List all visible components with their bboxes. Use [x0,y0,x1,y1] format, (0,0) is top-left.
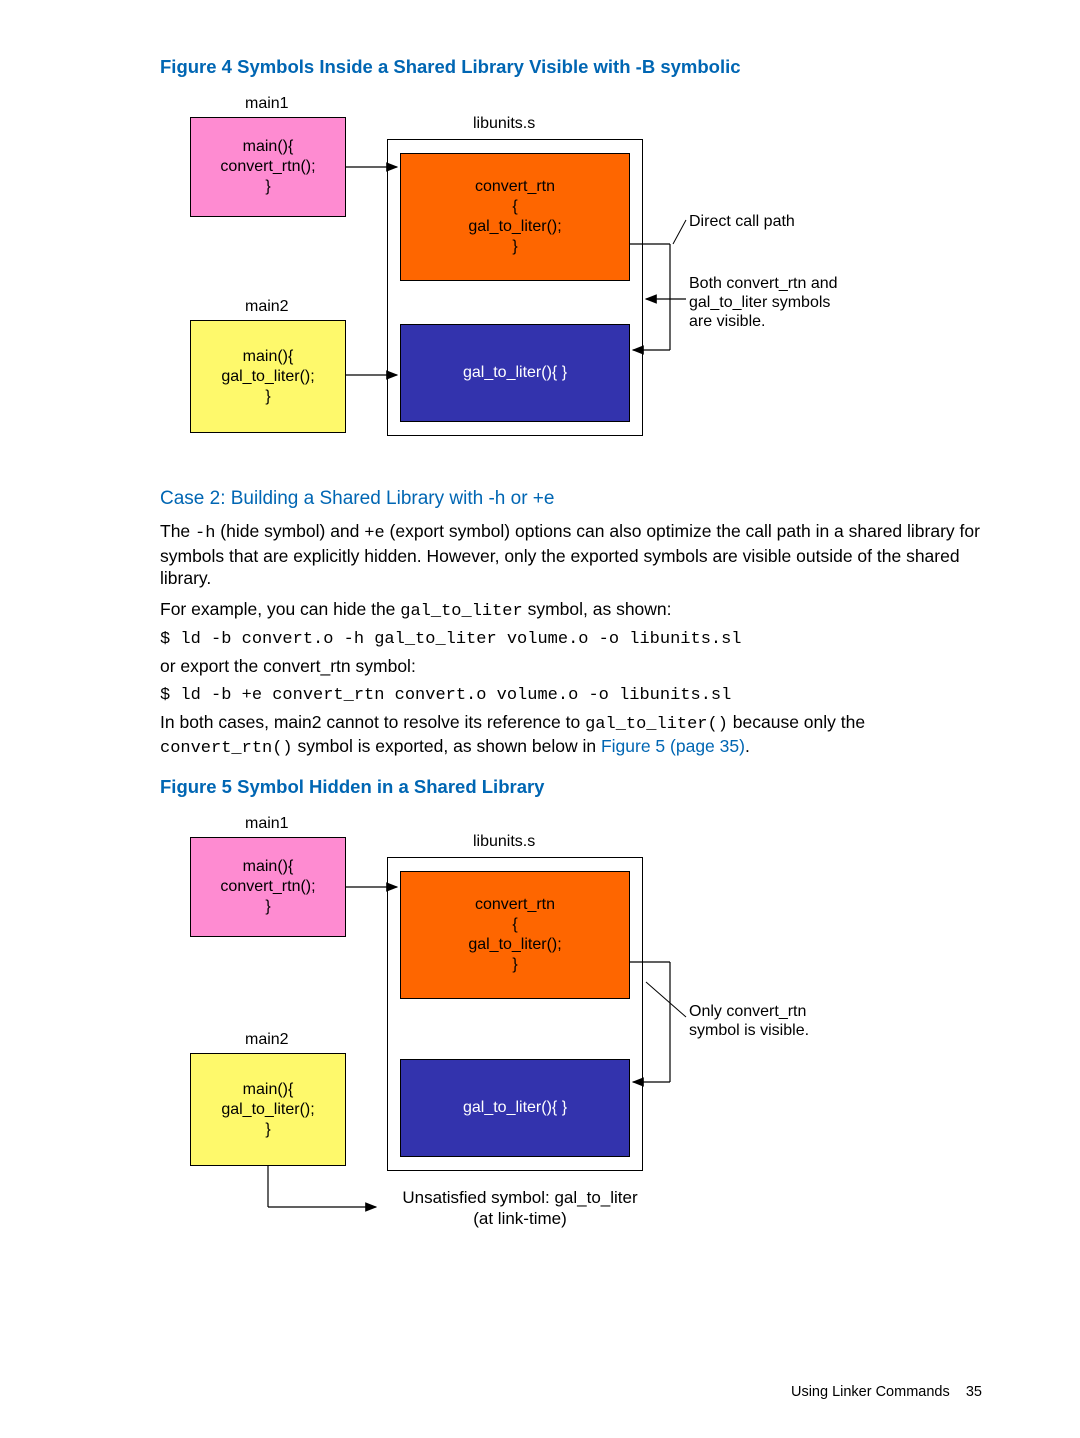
p4b: because only the [728,712,865,732]
p4-code1: gal_to_liter() [585,715,728,734]
anno-direct-call: Direct call path [689,212,795,231]
p2-code: gal_to_liter [400,602,522,621]
figure5-xref[interactable]: Figure 5 (page 35) [601,736,745,756]
anno-both-visible: Both convert_rtn and gal_to_liter symbol… [689,274,838,332]
case2-p2: For example, you can hide the gal_to_lit… [160,598,982,623]
cmd1: $ ld -b convert.o -h gal_to_liter volume… [160,630,982,649]
case2-heading: Case 2: Building a Shared Library with -… [160,488,982,510]
convert-rtn-box: convert_rtn { gal_to_liter(); } [400,153,630,281]
main2-label: main2 [245,297,289,316]
f5-main1-label: main1 [245,814,289,833]
case2-p1: The -h (hide symbol) and +e (export symb… [160,520,982,590]
footer-page: 35 [966,1384,982,1400]
p1-code2: +e [364,524,384,543]
p4d: . [745,736,750,756]
f5-anno-only-visible: Only convert_rtn symbol is visible. [689,1002,809,1040]
figure4-diagram: main1 main(){ convert_rtn(); } main2 mai… [190,92,930,466]
case2-p4: In both cases, main2 cannot to resolve i… [160,711,982,761]
figure5-diagram: main1 main(){ convert_rtn(); } main2 mai… [190,812,930,1252]
p4-code2: convert_rtn() [160,739,293,758]
f5-main2-box: main(){ gal_to_liter(); } [190,1053,346,1166]
f5-main1-box: main(){ convert_rtn(); } [190,837,346,937]
figure5-title: Figure 5 Symbol Hidden in a Shared Libra… [160,776,982,798]
libunits-label: libunits.s [473,114,535,133]
p4c: symbol is exported, as shown below in [293,736,601,756]
gal-to-liter-box: gal_to_liter(){ } [400,324,630,422]
cmd2: $ ld -b +e convert_rtn convert.o volume.… [160,686,982,705]
case2-p3: or export the convert_rtn symbol: [160,655,982,677]
f5-gal-to-liter-box: gal_to_liter(){ } [400,1059,630,1157]
figure4-title: Figure 4 Symbols Inside a Shared Library… [160,56,982,78]
main2-box: main(){ gal_to_liter(); } [190,320,346,433]
page-footer: Using Linker Commands 35 [791,1384,982,1400]
main1-label: main1 [245,94,289,113]
footer-text: Using Linker Commands [791,1384,950,1400]
p1a: The [160,521,195,541]
f5-libunits-label: libunits.s [473,832,535,851]
f5-unsatisfied: Unsatisfied symbol: gal_to_liter (at lin… [380,1188,660,1229]
f5-main2-label: main2 [245,1030,289,1049]
p1b: (hide symbol) and [215,521,364,541]
p1-code1: -h [195,524,215,543]
p4a: In both cases, main2 cannot to resolve i… [160,712,585,732]
p2b: symbol, as shown: [523,599,672,619]
f5-convert-rtn-box: convert_rtn { gal_to_liter(); } [400,871,630,999]
main1-box: main(){ convert_rtn(); } [190,117,346,217]
p2a: For example, you can hide the [160,599,400,619]
